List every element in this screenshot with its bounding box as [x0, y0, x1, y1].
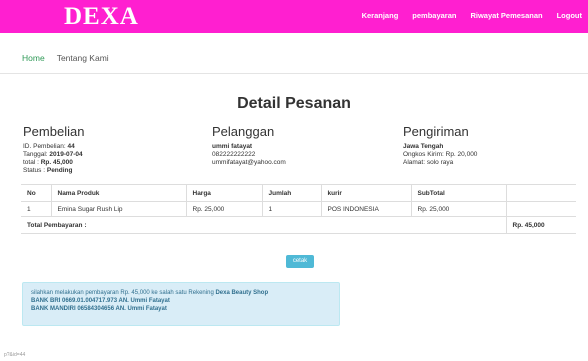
shipping-province: Jawa Tengah — [403, 143, 444, 150]
home-link[interactable]: Home — [22, 53, 45, 63]
cell-subtotal: Rp. 25,000 — [411, 201, 507, 217]
cetak-button[interactable]: cetak — [286, 255, 314, 268]
page-title: Detail Pesanan — [237, 95, 351, 112]
order-total: total : Rp. 45,000 — [23, 159, 73, 166]
main-nav: Keranjang pembayaran Riwayat Pemesanan L… — [362, 11, 582, 21]
pembelian-heading: Pembelian — [23, 124, 85, 139]
cell-product: Emina Sugar Rush Lip — [51, 201, 187, 217]
nav-logout-link[interactable]: Logout — [557, 11, 582, 21]
shipping-address: Alamat: solo raya — [403, 159, 454, 166]
pelanggan-heading: Pelanggan — [212, 124, 275, 139]
cell-qty: 1 — [262, 201, 322, 217]
top-navbar: DEXA Keranjang pembayaran Riwayat Pemesa… — [0, 0, 588, 33]
table-row: 1 Emina Sugar Rush Lip Rp. 25,000 1 POS … — [21, 201, 576, 217]
col-no-header: No — [21, 184, 52, 202]
nav-riwayat-link[interactable]: Riwayat Pemesanan — [470, 11, 542, 21]
col-product-header: Nama Produk — [51, 184, 187, 202]
cell-price: Rp. 25,000 — [186, 201, 263, 217]
nav-pembayaran-link[interactable]: pembayaran — [412, 11, 456, 21]
customer-name: ummi fatayat — [212, 143, 253, 150]
divider — [0, 73, 588, 74]
shipping-cost: Ongkos Kirim: Rp. 20,000 — [403, 151, 478, 158]
customer-phone: 082222222222 — [212, 151, 256, 158]
total-label: Total Pembayaran : — [21, 216, 507, 234]
url-note: p?&id=44 — [4, 352, 26, 358]
col-courier-header: kurir — [321, 184, 412, 202]
total-value: Rp. 45,000 — [506, 216, 576, 234]
nav-keranjang-link[interactable]: Keranjang — [362, 11, 399, 21]
col-price-header: Harga — [186, 184, 263, 202]
bank-bri-account: BANK BRI 0669.01.004717.973 AN. Ummi Fat… — [31, 298, 170, 304]
customer-email: ummifatayat@yahoo.com — [212, 159, 286, 166]
header-filler — [506, 184, 576, 202]
cell-courier: POS INDONESIA — [321, 201, 412, 217]
col-subtotal-header: SubTotal — [411, 184, 507, 202]
order-id: ID. Pembelian: 44 — [23, 143, 75, 150]
payment-info-alert: silahkan melakukan pembayaran Rp. 45,000… — [22, 282, 340, 326]
pelanggan-section: Pelanggan ummi fatayat 082222222222 ummi… — [212, 124, 382, 167]
payment-instruction: silahkan melakukan pembayaran Rp. 45,000… — [31, 290, 269, 296]
cell-no: 1 — [21, 201, 52, 217]
pengiriman-heading: Pengiriman — [403, 124, 469, 139]
brand-logo[interactable]: DEXA — [64, 4, 139, 29]
order-date: Tanggal: 2019-07-04 — [23, 151, 83, 158]
pengiriman-section: Pengiriman Jawa Tengah Ongkos Kirim: Rp.… — [403, 124, 573, 167]
sub-navigation: Home Tentang Kami — [22, 53, 109, 63]
order-items-table: No Nama Produk Harga Jumlah kurir SubTot… — [21, 184, 576, 234]
bank-mandiri-account: BANK MANDIRI 06584304656 AN. Ummi Fataya… — [31, 306, 167, 312]
col-qty-header: Jumlah — [262, 184, 322, 202]
tentang-kami-link[interactable]: Tentang Kami — [57, 53, 109, 63]
total-row: Total Pembayaran : Rp. 45,000 — [21, 216, 576, 234]
row-filler — [506, 201, 576, 217]
order-status: Status : Pending — [23, 167, 73, 174]
pembelian-section: Pembelian ID. Pembelian: 44 Tanggal: 201… — [23, 124, 193, 175]
table-header-row: No Nama Produk Harga Jumlah kurir SubTot… — [21, 184, 576, 202]
